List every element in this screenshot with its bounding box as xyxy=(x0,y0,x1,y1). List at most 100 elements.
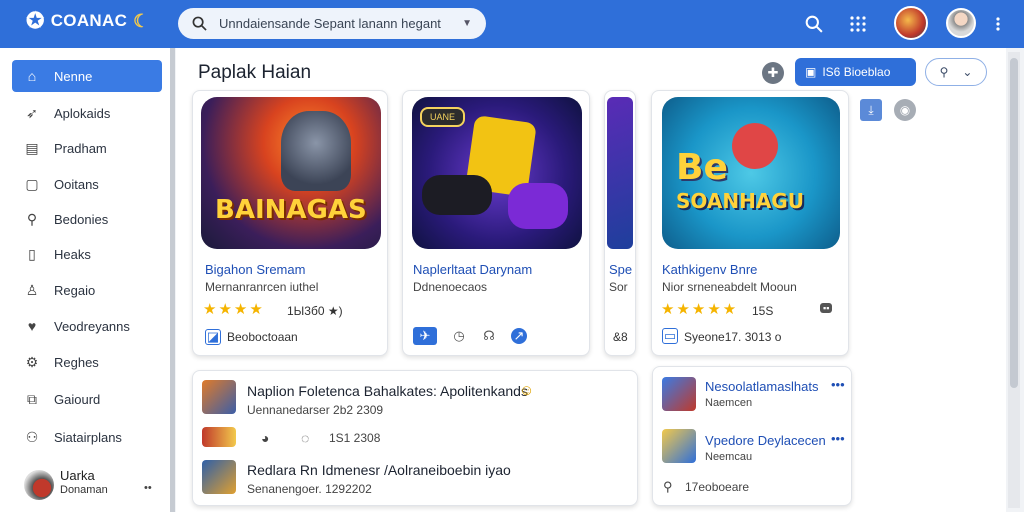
list-thumbnail[interactable] xyxy=(662,429,696,463)
rating-stars: ★★★★★ xyxy=(661,301,739,318)
calendar-icon[interactable]: ▭ xyxy=(662,328,678,344)
share-icon[interactable]: ↗ xyxy=(511,328,527,344)
game-logo-big: Be xyxy=(676,147,728,188)
game-card[interactable]: BAINAGAS Bigahon Sremam Mernanranrcen iu… xyxy=(192,90,388,356)
sidebar-item-home[interactable]: ⌂ Nenne xyxy=(12,60,162,92)
eye-icon[interactable]: ◉ xyxy=(894,99,916,121)
game-artwork[interactable]: UANE xyxy=(412,97,582,249)
sidebar-item-label: Siatairplans xyxy=(54,429,122,445)
more-vert-icon[interactable] xyxy=(986,12,1010,36)
star-logo-icon: ✪ xyxy=(26,8,45,33)
search-icon[interactable] xyxy=(802,12,826,36)
scrollbar-thumb[interactable] xyxy=(1010,58,1018,388)
search-input[interactable]: Unndaiensande Sepant lanann hegant xyxy=(219,16,450,31)
user-group-icon: ⚇ xyxy=(25,428,39,445)
sidebar-item-options[interactable]: ▢ Ooitans xyxy=(12,168,162,200)
clock-icon[interactable]: ◷ xyxy=(451,328,467,344)
like-icon[interactable]: ◕ xyxy=(261,430,269,446)
sidebar-item-label: Heaks xyxy=(54,246,91,262)
gamepad-shape xyxy=(508,183,568,229)
rating-count: 15S xyxy=(752,304,774,318)
profile-menu-icon[interactable]: •• xyxy=(144,482,152,494)
card-subtitle: Mernanranrcen iuthel xyxy=(205,280,319,294)
card-title[interactable]: Kathkigenv Bnre xyxy=(662,262,757,277)
sidebar-item-search[interactable]: ⚲ Bedonies xyxy=(12,203,162,235)
sidebar-item-label: Pradham xyxy=(54,140,107,156)
game-artwork[interactable]: BAINAGAS xyxy=(201,97,381,249)
list-subtitle: Naemcen xyxy=(705,397,753,409)
game-logo-text: SOANHAGU xyxy=(676,189,804,213)
filter-search-button[interactable]: ⚲ ⌄ xyxy=(925,58,987,86)
chat-icon[interactable]: ◪ xyxy=(205,329,221,345)
sidebar-item-label: Regaio xyxy=(54,282,96,298)
user-avatar[interactable] xyxy=(946,8,976,38)
sidebar-item-label: Nenne xyxy=(54,68,93,84)
app-logo[interactable]: ✪ COANAC ☾ xyxy=(26,10,150,32)
stack-icon: ⧉ xyxy=(27,390,37,407)
card-title[interactable]: Spe xyxy=(609,262,632,277)
calendar-icon: ▣ xyxy=(805,65,817,79)
search-icon: ⚲ xyxy=(26,210,38,227)
sidebar-scrollbar[interactable] xyxy=(170,48,175,512)
game-card[interactable]: Be SOANHAGU Kathkigenv Bnre Nior srnenea… xyxy=(651,90,849,356)
sidebar-item-regaio[interactable]: ♙ Regaio xyxy=(12,274,162,306)
sidebar-item-label: Bedonies xyxy=(54,211,109,227)
sidebar-item-label: Reghes xyxy=(54,354,99,370)
profile-name: Uarka xyxy=(60,468,95,483)
game-avatar[interactable] xyxy=(894,6,928,40)
add-button[interactable]: ✚ xyxy=(762,62,784,84)
sidebar-item-siatairplans[interactable]: ⚇ Siatairplans xyxy=(12,421,162,453)
rating-count: 1Ы3б0 ★) xyxy=(287,304,343,318)
main-scrollbar[interactable] xyxy=(1008,52,1020,508)
logo-text: COANAC xyxy=(50,11,128,30)
sidebar-item-programs[interactable]: ▤ Pradham xyxy=(12,132,162,164)
card-subtitle: Sor xyxy=(609,280,628,294)
feed-meta: 1S1 2308 xyxy=(329,431,381,445)
card-action-label[interactable]: Beoboctoaan xyxy=(227,330,298,344)
game-card[interactable]: UANE Naplerltaat Darynam Ddnenoecaos ✈ ◷… xyxy=(402,90,590,356)
square-icon: ▢ xyxy=(25,175,39,192)
game-card[interactable]: Spe Sor &8 xyxy=(604,90,636,356)
comment-badge-icon[interactable]: ▪▪ xyxy=(820,303,833,313)
sidebar-item-gaiourd[interactable]: ⧉ Gaiourd xyxy=(12,383,162,415)
search-bar[interactable]: Unndaiensande Sepant lanann hegant ▼ xyxy=(178,8,486,39)
primary-action-button[interactable]: ▣ IS6 Bioeblao xyxy=(795,58,916,86)
list-thumbnail[interactable] xyxy=(662,377,696,411)
card-subtitle: Nior srneneabdelt Mooun xyxy=(662,280,797,294)
send-icon[interactable]: ✈ xyxy=(413,327,437,345)
card-title[interactable]: Naplerltaat Darynam xyxy=(413,262,532,277)
game-artwork[interactable]: Be SOANHAGU xyxy=(662,97,840,249)
monster-figure xyxy=(732,123,778,169)
pin-icon[interactable]: ⤓ xyxy=(860,99,882,121)
headset-icon[interactable]: ☊ xyxy=(481,328,497,344)
more-icon[interactable]: ••• xyxy=(831,377,845,392)
profile-subtitle: Donaman xyxy=(60,484,108,496)
game-artwork[interactable] xyxy=(607,97,633,249)
rocket-icon: ➶ xyxy=(26,104,38,121)
more-icon[interactable]: ••• xyxy=(831,431,845,446)
profile-avatar xyxy=(24,470,54,500)
sidebar-item-label: Ooitans xyxy=(54,176,99,192)
feed-thumbnail[interactable] xyxy=(202,460,236,494)
chevron-down-icon[interactable]: ▼ xyxy=(462,18,472,29)
comment-icon[interactable]: ◌ xyxy=(301,430,309,446)
document-icon: ▤ xyxy=(25,139,39,156)
sidebar-item-reghes[interactable]: ⚙ Reghes xyxy=(12,346,162,378)
moon-logo-icon: ☾ xyxy=(133,10,150,31)
feed-title[interactable]: Redlara Rn Idmenesr /Aolraneiboebin iyao xyxy=(247,462,511,478)
apps-grid-icon[interactable] xyxy=(846,12,870,36)
feed-title[interactable]: Naplion Foletenca Bahalkates: Apolitenka… xyxy=(247,383,528,399)
location-icon: ⚲ xyxy=(663,479,673,494)
sidebar-item-heaks[interactable]: ▯ Heaks xyxy=(12,238,162,270)
list-title[interactable]: Nesoolatlamaslhats xyxy=(705,379,818,394)
feed-thumbnail[interactable] xyxy=(202,380,236,414)
profile-block[interactable]: Uarka Donaman •• xyxy=(22,466,162,506)
feed-thumbnail[interactable] xyxy=(202,427,236,447)
search-icon xyxy=(192,16,207,31)
home-icon: ⌂ xyxy=(27,68,37,84)
sidebar-item-veodreyanns[interactable]: ♥ Veodreyanns xyxy=(12,310,162,342)
list-title[interactable]: Vpedore Deylacecen xyxy=(705,433,826,448)
card-title[interactable]: Bigahon Sremam xyxy=(205,262,305,277)
primary-button-label: IS6 Bioeblao xyxy=(822,65,891,79)
sidebar-item-applications[interactable]: ➶ Aplokaids xyxy=(12,97,162,129)
